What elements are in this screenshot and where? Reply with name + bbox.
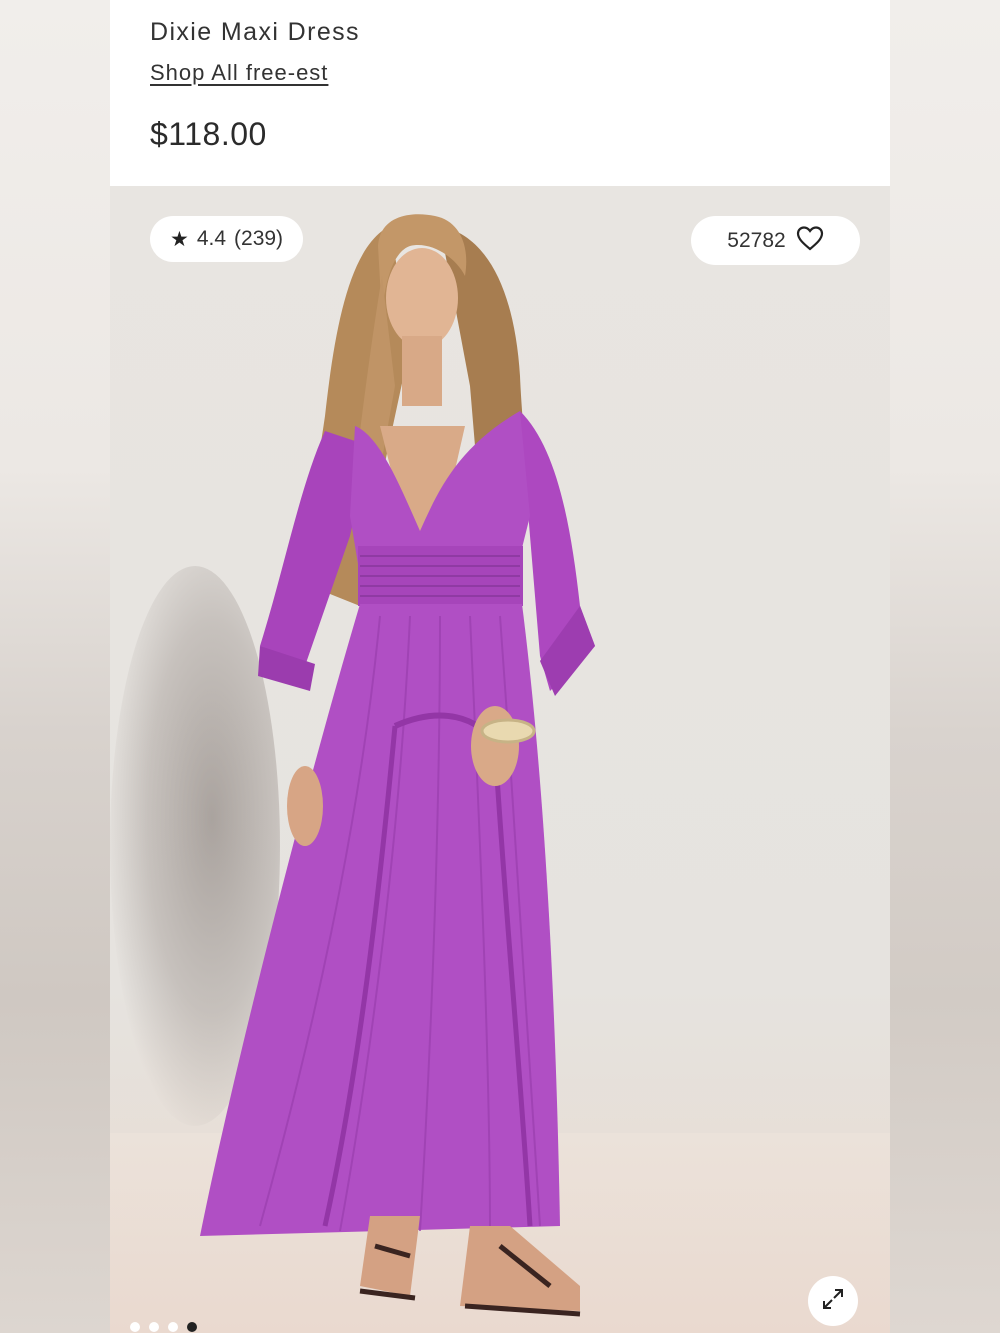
product-title: Dixie Maxi Dress	[150, 18, 360, 46]
heart-outline-icon	[796, 225, 824, 257]
shop-all-link[interactable]: Shop All free-est	[150, 60, 328, 86]
expand-arrows-icon	[820, 1286, 846, 1317]
gallery-pagination	[130, 1322, 197, 1332]
favorite-button[interactable]: 52782	[691, 216, 860, 265]
rating-value: 4.4	[196, 227, 227, 250]
product-card: Dixie Maxi Dress Shop All free-est $118.…	[110, 0, 890, 1333]
rating-count: (239)	[234, 227, 284, 250]
backdrop-right	[890, 0, 1000, 1333]
rating-badge[interactable]: ★ 4.4 (239)	[150, 216, 304, 262]
backdrop-left	[0, 0, 110, 1333]
product-header: Dixie Maxi Dress Shop All free-est $118.…	[110, 0, 890, 186]
gallery-dot[interactable]	[149, 1322, 159, 1332]
gallery-dot[interactable]	[168, 1322, 178, 1332]
gallery-dot[interactable]	[130, 1322, 140, 1332]
gallery-dot-active[interactable]	[187, 1322, 197, 1332]
expand-image-button[interactable]	[808, 1276, 858, 1326]
star-icon: ★	[170, 227, 189, 251]
product-price: $118.00	[150, 116, 267, 152]
product-image-gallery[interactable]: ★ 4.4 (239) 52782	[110, 186, 890, 1333]
like-count: 52782	[727, 228, 786, 252]
product-photo	[200, 214, 595, 1317]
